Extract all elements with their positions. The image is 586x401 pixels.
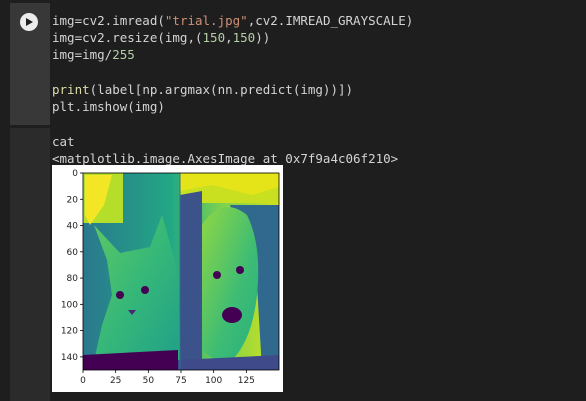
code-token: print (52, 81, 90, 97)
output-gutter (10, 128, 50, 401)
x-tick-label: 100 (205, 376, 222, 386)
code-token: img=cv2.imread( (52, 13, 165, 28)
cell-output: cat <matplotlib.image.AxesImage at 0x7f9… (52, 133, 398, 167)
code-token: ,cv2.IMREAD_GRAYSCALE) (247, 13, 414, 28)
code-line[interactable]: plt.imshow(img) (52, 98, 413, 115)
code-line[interactable]: img=img/255 (52, 46, 413, 63)
play-icon (26, 18, 33, 26)
code-token: 150 (232, 30, 256, 46)
code-token: 255 (112, 47, 135, 63)
x-tick-label: 25 (110, 376, 121, 386)
prediction-text: cat (52, 134, 75, 149)
image-area (83, 173, 279, 370)
y-axis: 0 20 40 60 80 100 120 140 (61, 169, 83, 363)
plot-figure: 0 20 40 60 80 100 120 140 0 25 50 75 100 125 (61, 169, 280, 386)
y-tick-label: 60 (67, 248, 79, 258)
run-cell-button[interactable] (20, 13, 38, 31)
x-tick-label: 125 (238, 376, 255, 386)
code-token: , (225, 30, 233, 46)
y-tick-label: 80 (67, 274, 79, 284)
code-token: 150 (202, 30, 226, 46)
code-token: )) (255, 30, 271, 46)
code-token: img=img/ (52, 47, 113, 63)
x-tick-label: 75 (175, 376, 186, 386)
y-tick-label: 0 (72, 169, 78, 179)
code-line[interactable]: img=cv2.resize(img,(150,150)) (52, 29, 413, 46)
x-axis: 0 25 50 75 100 125 (80, 370, 255, 386)
code-line[interactable] (52, 64, 413, 81)
y-tick-label: 100 (61, 300, 78, 310)
x-tick-label: 50 (143, 376, 155, 386)
code-line[interactable]: print(label[np.argmax(nn.predict(img))]) (52, 81, 413, 98)
y-tick-label: 120 (61, 327, 78, 337)
code-token: "trial.jpg" (164, 13, 248, 28)
y-tick-label: 40 (67, 222, 79, 232)
x-tick-label: 0 (80, 376, 86, 386)
code-text[interactable]: img=cv2.imread("trial.jpg",cv2.IMREAD_GR… (52, 12, 413, 115)
code-token: img=cv2.resize(img,( (52, 30, 203, 46)
code-line[interactable]: img=cv2.imread("trial.jpg",cv2.IMREAD_GR… (52, 12, 413, 29)
code-token: (label[np.argmax(nn.predict(img))]) (89, 81, 354, 97)
y-tick-label: 20 (67, 195, 79, 205)
code-token: plt.imshow(img) (52, 98, 165, 114)
y-tick-label: 140 (61, 353, 78, 363)
imshow-plot: 0 20 40 60 80 100 120 140 0 25 50 75 100 125 (52, 165, 283, 392)
